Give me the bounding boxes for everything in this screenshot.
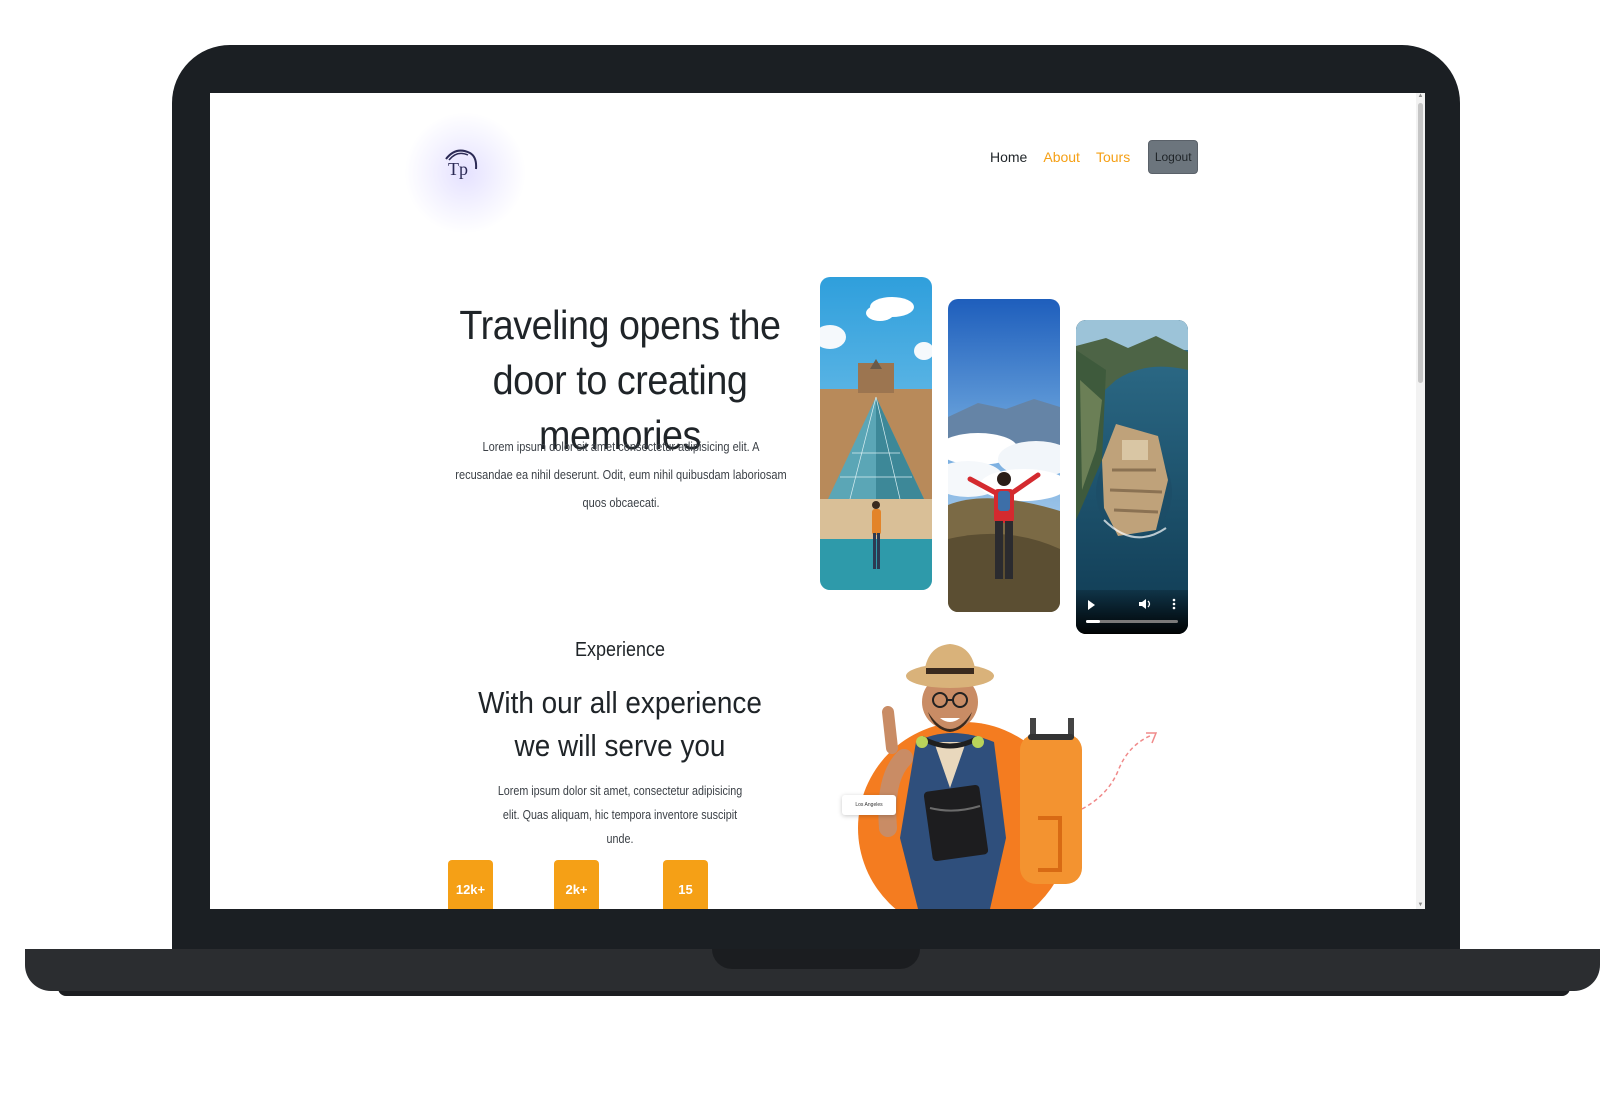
video-progress-fill <box>1086 620 1100 623</box>
scroll-up-icon[interactable]: ▲ <box>1417 93 1424 100</box>
experience-description: Lorem ipsum dolor sit amet, consectetur … <box>497 784 743 846</box>
stat-box: 15 <box>663 860 708 909</box>
stat-box: 2k+ <box>554 860 599 909</box>
svg-text:Tp: Tp <box>448 159 468 179</box>
scroll-down-icon[interactable]: ▼ <box>1417 902 1424 909</box>
location-tag: Los Angeles <box>842 795 896 815</box>
scrollbar[interactable]: ▲ ▼ <box>1416 93 1425 909</box>
experience-title: With our all experience we will serve yo… <box>478 685 762 763</box>
hero-video-island[interactable] <box>1076 320 1188 634</box>
hero-image-louvre <box>820 277 932 590</box>
laptop-notch <box>712 949 920 969</box>
browser-viewport: ▲ ▼ Tp Home About Tours Logout Traveling… <box>210 93 1425 909</box>
scroll-thumb[interactable] <box>1418 103 1423 383</box>
nav-tours-link[interactable]: Tours <box>1096 149 1130 165</box>
logout-button[interactable]: Logout <box>1148 140 1199 174</box>
more-options-icon[interactable] <box>1172 598 1176 610</box>
nav-about-link[interactable]: About <box>1043 149 1080 165</box>
volume-icon[interactable] <box>1138 598 1152 610</box>
logo-icon: Tp <box>445 149 478 179</box>
experience-subtitle: Experience <box>574 639 666 661</box>
nav-home-link[interactable]: Home <box>990 149 1027 165</box>
dashed-arrow-icon <box>1081 732 1158 810</box>
logo[interactable]: Tp <box>440 145 480 185</box>
hero-description: Lorem ipsum dolor sit amet consectetur a… <box>455 440 787 510</box>
video-controls <box>1076 590 1188 634</box>
hero-image-hiker <box>948 299 1060 612</box>
main-nav: Home About Tours Logout <box>990 140 1199 174</box>
stat-box: 12k+ <box>448 860 493 909</box>
play-icon[interactable] <box>1088 600 1095 610</box>
video-progress-bar[interactable] <box>1086 620 1178 623</box>
